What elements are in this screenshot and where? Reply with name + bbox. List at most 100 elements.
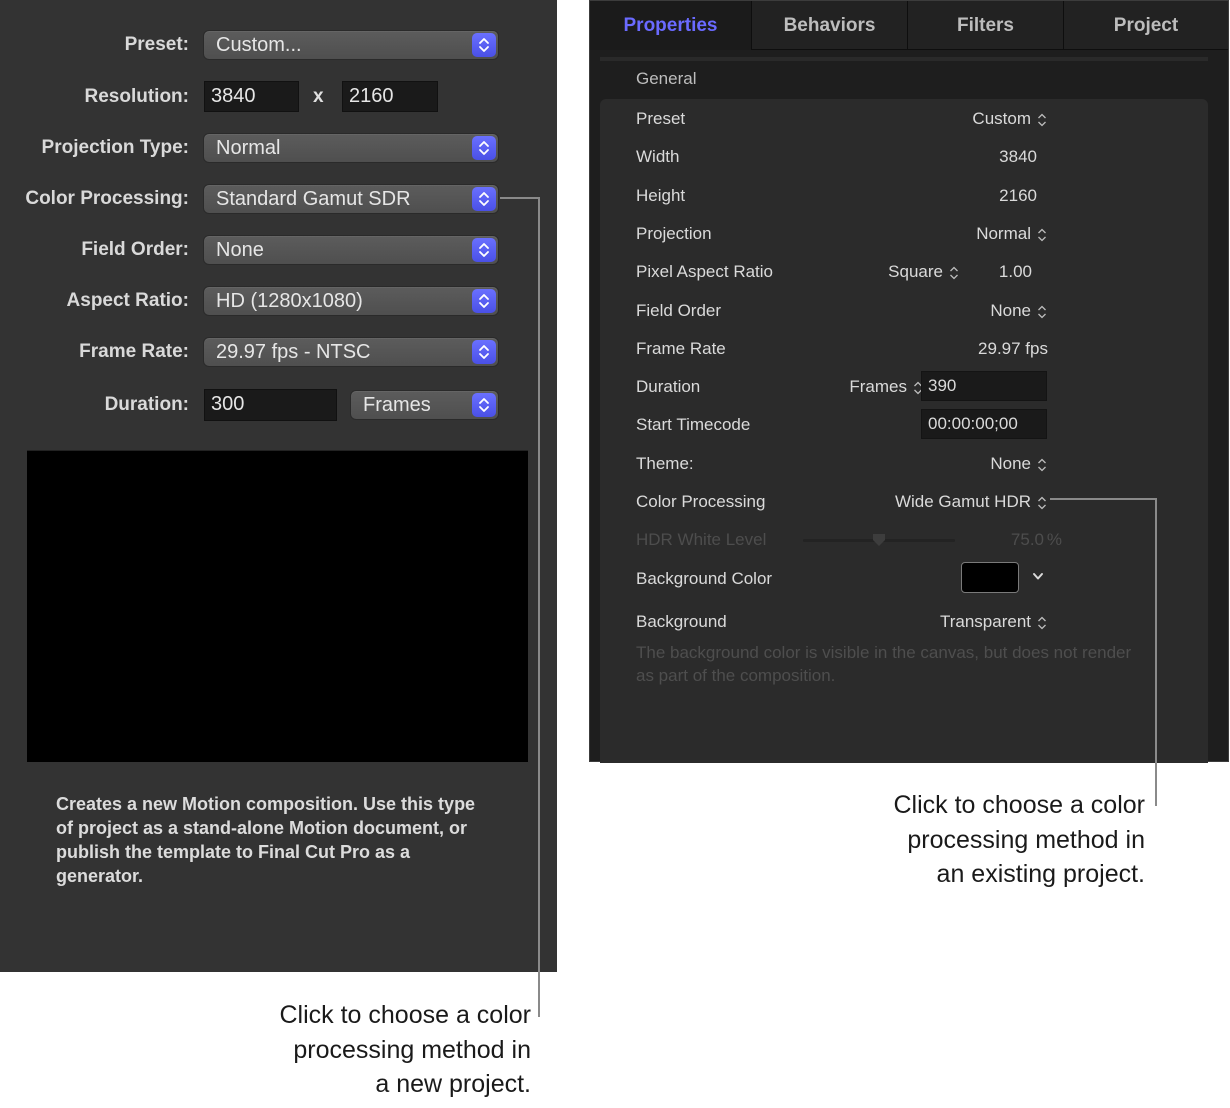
callout-new-project: Click to choose a color processing metho… <box>279 998 531 1102</box>
color-processing-label: Color Processing <box>636 492 766 511</box>
callout-line: Click to choose a color <box>279 1001 531 1029</box>
resolution-label: Resolution: <box>84 86 190 107</box>
tab-project[interactable]: Project <box>1063 1 1228 50</box>
aspect-ratio-label: Aspect Ratio: <box>66 290 189 311</box>
up-down-chevron-icon <box>1038 458 1046 471</box>
field-order-popup[interactable]: None <box>990 298 1047 324</box>
tab-filters[interactable]: Filters <box>907 1 1063 50</box>
up-down-chevron-icon <box>472 289 496 313</box>
background-value: Transparent <box>939 612 1031 631</box>
callout-line: processing method in <box>293 1035 531 1064</box>
hdr-white-level-slider[interactable] <box>803 534 955 546</box>
height-value[interactable]: 2160 <box>999 183 1037 209</box>
background-color-label: Background Color <box>636 569 773 588</box>
width-label: Width <box>636 147 680 166</box>
preset-label: Preset <box>636 109 686 128</box>
up-down-chevron-icon <box>1038 496 1046 509</box>
frame-rate-value: 29.97 fps - NTSC <box>216 341 371 363</box>
field-order-value: None <box>990 301 1031 320</box>
preset-value: Custom <box>972 109 1031 128</box>
frame-rate-value: 29.97 fps <box>978 339 1048 358</box>
projection-type-popup[interactable]: Normal <box>203 133 499 163</box>
color-processing-row: Color Processing Wide Gamut HDR <box>636 489 1156 515</box>
duration-field[interactable]: 390 <box>921 371 1047 401</box>
resolution-width-field[interactable]: 3840 <box>204 81 299 112</box>
background-color-swatch[interactable] <box>961 562 1019 593</box>
color-processing-row: Color Processing: Standard Gamut SDR <box>0 183 557 215</box>
callout-existing-project: Click to choose a color processing metho… <box>893 788 1145 892</box>
width-value[interactable]: 3840 <box>999 144 1037 170</box>
inspector-tab-bar: Properties Behaviors Filters Project <box>590 1 1228 51</box>
background-color-row: Background Color <box>636 562 1156 593</box>
duration-unit-popup[interactable]: Frames <box>849 374 923 400</box>
duration-row: Duration: 300 Frames <box>0 389 557 421</box>
start-timecode-label: Start Timecode <box>636 415 751 434</box>
field-order-value: None <box>216 239 264 261</box>
duration-unit-popup[interactable]: Frames <box>350 390 499 420</box>
hdr-white-level-unit: % <box>1046 530 1062 549</box>
resolution-height-field[interactable]: 2160 <box>342 81 438 112</box>
up-down-chevron-icon <box>472 340 496 364</box>
preset-popup[interactable]: Custom <box>972 106 1047 132</box>
color-processing-label: Color Processing: <box>25 188 189 209</box>
field-order-label: Field Order: <box>81 239 189 260</box>
callout-line: Click to choose a color <box>893 791 1145 819</box>
preset-row: Preset Custom <box>636 106 1156 132</box>
field-order-label: Field Order <box>636 301 722 320</box>
callout-line: processing method in <box>907 825 1145 854</box>
projection-label: Projection <box>636 224 712 243</box>
callout-line-left-vertical <box>538 197 540 1017</box>
pixel-aspect-mode-popup[interactable]: Square <box>888 259 959 285</box>
theme-row: Theme: None <box>636 451 1156 477</box>
preset-value: Custom... <box>216 34 302 56</box>
callout-line: a new project. <box>375 1070 531 1098</box>
up-down-chevron-icon <box>472 393 496 417</box>
theme-popup[interactable]: None <box>990 451 1047 477</box>
tab-properties[interactable]: Properties <box>590 1 751 50</box>
preset-popup[interactable]: Custom... <box>203 30 499 60</box>
hdr-white-level-row: HDR White Level 75.0 % <box>636 527 1156 553</box>
pixel-aspect-value[interactable]: 1.00 <box>999 259 1032 285</box>
project-description: Creates a new Motion composition. Use th… <box>56 794 476 886</box>
chevron-down-icon[interactable] <box>1032 572 1044 581</box>
aspect-ratio-popup[interactable]: HD (1280x1080) <box>203 286 499 316</box>
hdr-white-level-value: 75.0 <box>1010 530 1044 549</box>
callout-line-right-vertical <box>1155 498 1157 806</box>
hdr-white-level-label: HDR White Level <box>636 530 767 549</box>
projection-row: Projection Normal <box>636 221 1156 247</box>
up-down-chevron-icon <box>472 238 496 262</box>
tab-behaviors[interactable]: Behaviors <box>751 1 907 50</box>
pixel-aspect-ratio-label: Pixel Aspect Ratio <box>636 262 774 281</box>
frame-rate-row: Frame Rate: 29.97 fps - NTSC <box>0 336 557 368</box>
preset-label: Preset: <box>124 34 189 55</box>
duration-label: Duration <box>636 377 701 396</box>
height-label: Height <box>636 186 686 205</box>
aspect-ratio-value: HD (1280x1080) <box>216 290 363 312</box>
callout-line: an existing project. <box>936 860 1145 888</box>
slider-knob[interactable] <box>872 533 886 547</box>
width-row: Width 3840 <box>636 144 1156 170</box>
duration-field[interactable]: 300 <box>204 389 337 421</box>
color-processing-value: Standard Gamut SDR <box>216 188 411 210</box>
aspect-ratio-row: Aspect Ratio: HD (1280x1080) <box>0 285 557 317</box>
preset-row: Preset: Custom... <box>0 29 557 61</box>
color-processing-popup[interactable]: Standard Gamut SDR <box>203 184 499 214</box>
up-down-chevron-icon <box>472 33 496 57</box>
background-popup[interactable]: Transparent <box>940 609 1047 635</box>
up-down-chevron-icon <box>472 136 496 160</box>
frame-rate-popup[interactable]: 29.97 fps - NTSC <box>203 337 499 367</box>
field-order-popup[interactable]: None <box>203 235 499 265</box>
section-title-general[interactable]: General <box>636 69 696 89</box>
up-down-chevron-icon <box>950 266 958 279</box>
project-preview <box>27 450 528 762</box>
background-help-text: The background color is visible in the c… <box>636 643 1132 685</box>
color-processing-popup[interactable]: Wide Gamut HDR <box>895 489 1047 515</box>
start-timecode-field[interactable]: 00:00:00;00 <box>921 409 1047 439</box>
pixel-aspect-ratio-row: Pixel Aspect Ratio Square 1.00 <box>636 259 1156 285</box>
color-processing-value: Wide Gamut HDR <box>894 492 1031 511</box>
resolution-separator: x <box>313 86 324 107</box>
callout-line-left-horizontal <box>500 197 540 199</box>
projection-type-label: Projection Type: <box>41 137 189 158</box>
up-down-chevron-icon <box>1038 305 1046 318</box>
projection-popup[interactable]: Normal <box>976 221 1047 247</box>
